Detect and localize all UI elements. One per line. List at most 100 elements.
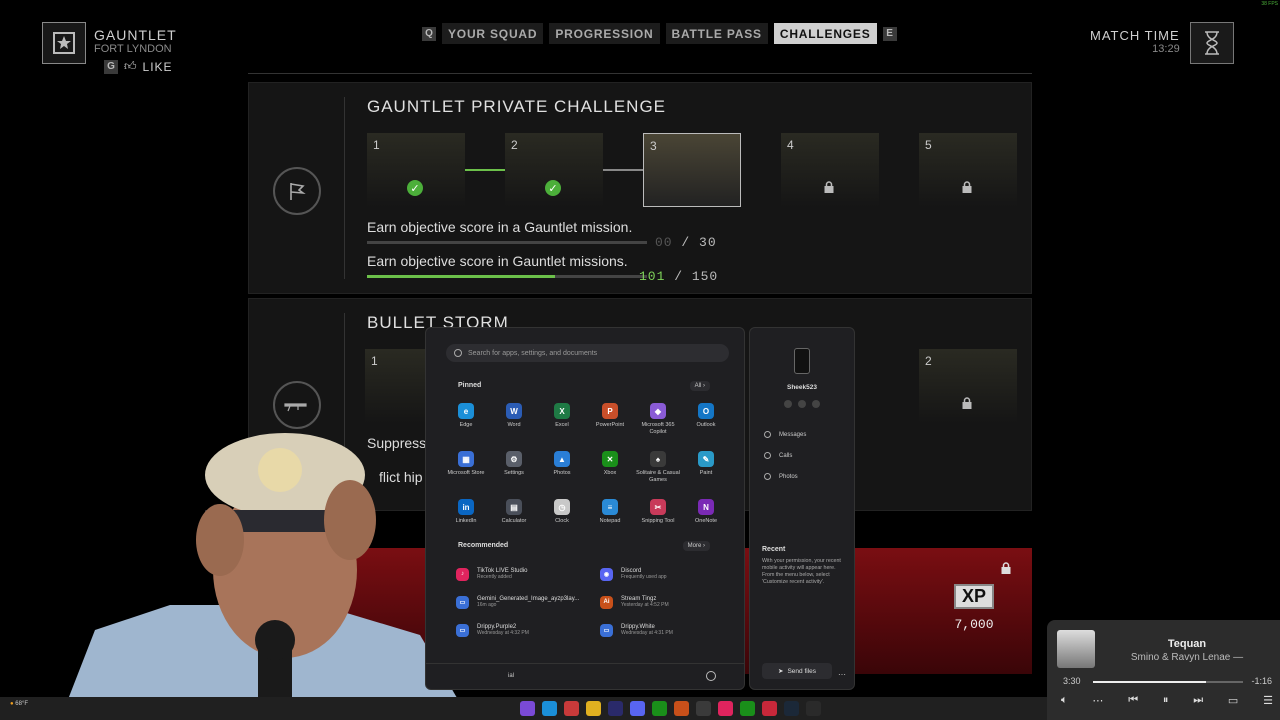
- challenge-card-gauntlet[interactable]: GAUNTLET PRIVATE CHALLENGE 1 ✓ 2 ✓ 3 4 5…: [248, 82, 1032, 294]
- messages-icon: [764, 431, 771, 438]
- pinned-app-calculator[interactable]: ▤ Calculator: [490, 499, 538, 539]
- recommended-time: Wednesday at 4:32 PM: [477, 630, 529, 636]
- tab-your-squad[interactable]: YOUR SQUAD: [442, 23, 544, 44]
- pinned-app-edge[interactable]: e Edge: [442, 403, 490, 443]
- pinned-app-paint[interactable]: ✎ Paint: [682, 451, 730, 491]
- more-icon[interactable]: ⋯: [1092, 694, 1103, 707]
- pause-icon[interactable]: ⏸︎: [1163, 694, 1169, 707]
- recommended-time: Wednesday at 4:31 PM: [621, 630, 673, 636]
- discord-icon[interactable]: [630, 701, 645, 716]
- all-apps-label: All: [694, 383, 702, 389]
- user-account[interactable]: ial: [508, 673, 514, 679]
- pinned-app-onenote[interactable]: N OneNote: [682, 499, 730, 539]
- more-options-icon[interactable]: ⋯: [838, 670, 846, 679]
- start-search-input[interactable]: Search for apps, settings, and documents: [446, 344, 729, 362]
- time-current: 3:30: [1063, 676, 1081, 686]
- file-icon: Ai: [600, 595, 613, 609]
- file-icon: ▭: [600, 623, 613, 637]
- send-files-button[interactable]: ➤ Send files: [762, 663, 832, 679]
- messages-label: Messages: [779, 431, 807, 438]
- pinned-app-excel[interactable]: X Excel: [538, 403, 586, 443]
- xbox-icon[interactable]: [652, 701, 667, 716]
- pinned-app-microsoft-store[interactable]: ▦ Microsoft Store: [442, 451, 490, 491]
- queue-icon[interactable]: ☰: [1263, 694, 1273, 707]
- volume-icon[interactable]: 🔈︎: [1061, 694, 1068, 707]
- song-title: Tequan: [1167, 638, 1207, 650]
- pinned-app-notepad[interactable]: ≡ Notepad: [586, 499, 634, 539]
- apple-music-icon[interactable]: [762, 701, 777, 716]
- pinned-app-xbox[interactable]: ✕ Xbox: [586, 451, 634, 491]
- task-2-total: / 150: [674, 269, 719, 284]
- taskbar-app-icon[interactable]: [718, 701, 733, 716]
- reward-tier-2[interactable]: 2 ✓: [505, 133, 603, 207]
- reward-tier-4[interactable]: 4: [781, 133, 879, 207]
- recommended-time: Frequently used app: [621, 574, 667, 580]
- recommended-item[interactable]: ▭ Drippy.Purple2 Wednesday at 4:32 PM: [456, 620, 600, 640]
- match-time-value: 13:29: [1152, 43, 1180, 55]
- reward-link-complete: [603, 169, 643, 171]
- like-key: G: [104, 59, 118, 74]
- recommended-item[interactable]: ♪ TikTok LIVE Studio Recently added: [456, 564, 600, 584]
- device-status-icons: [784, 400, 820, 408]
- app-icon: ♠: [650, 451, 666, 467]
- app-icon: ◷: [554, 499, 570, 515]
- more-button[interactable]: More ›: [682, 541, 710, 551]
- reward-tier-3[interactable]: 3: [643, 133, 741, 207]
- phone-photos-link[interactable]: Photos: [764, 466, 806, 487]
- pinned-app-photos[interactable]: ▲ Photos: [538, 451, 586, 491]
- playback-progress[interactable]: [1093, 681, 1243, 683]
- tab-battle-pass[interactable]: BATTLE PASS: [665, 23, 768, 44]
- app-icon: ✂: [650, 499, 666, 515]
- tab-progression[interactable]: PROGRESSION: [549, 23, 660, 44]
- phone-messages-link[interactable]: Messages: [764, 424, 806, 445]
- reward-tier-5[interactable]: 5: [919, 133, 1017, 207]
- previous-icon[interactable]: ⏮︎: [1128, 694, 1138, 707]
- all-apps-button[interactable]: All ›: [689, 381, 710, 391]
- file-explorer-icon[interactable]: [586, 701, 601, 716]
- weather-temp: 68°F: [15, 701, 29, 707]
- pinned-app-linkedin[interactable]: in LinkedIn: [442, 499, 490, 539]
- send-icon: ➤: [778, 668, 784, 675]
- settings-icon[interactable]: [696, 701, 711, 716]
- pinned-app-word[interactable]: W Word: [490, 403, 538, 443]
- lyrics-icon[interactable]: ▭: [1228, 694, 1238, 707]
- like-button[interactable]: G 👍︎ LIKE: [104, 59, 177, 74]
- pinned-app-outlook[interactable]: O Outlook: [682, 403, 730, 443]
- pinned-app-solitaire-casual-games[interactable]: ♠ Solitaire & Casual Games: [634, 451, 682, 491]
- illustrator-icon[interactable]: [674, 701, 689, 716]
- recommended-item[interactable]: ▭ Drippy.White Wednesday at 4:31 PM: [600, 620, 726, 640]
- tab-next-key[interactable]: E: [882, 26, 897, 41]
- start-footer: ial: [426, 663, 744, 689]
- challenge-title: GAUNTLET PRIVATE CHALLENGE: [367, 97, 667, 116]
- reward-tier-2[interactable]: 2: [919, 349, 1017, 423]
- panel-divider: [344, 97, 345, 279]
- phone-calls-link[interactable]: Calls: [764, 445, 806, 466]
- pinned-app-clock[interactable]: ◷ Clock: [538, 499, 586, 539]
- recommended-item[interactable]: ▭ Gemini_Generated_Image_ayzp3lay... 16m a…: [456, 592, 600, 612]
- edge-icon[interactable]: [542, 701, 557, 716]
- xp-value: 7,000: [954, 617, 994, 632]
- fps-counter: 38 FPS: [1261, 1, 1278, 7]
- tab-challenges[interactable]: CHALLENGES: [773, 23, 877, 44]
- taskbar-app-icon[interactable]: [564, 701, 579, 716]
- power-icon[interactable]: [706, 671, 716, 681]
- pinned-app-microsoft-365-copilot[interactable]: ◆ Microsoft 365 Copilot: [634, 403, 682, 443]
- recommended-item[interactable]: Ai Stream Tingz Yesterday at 4:52 PM: [600, 592, 726, 612]
- taskbar-app-icon[interactable]: [520, 701, 535, 716]
- premiere-icon[interactable]: [608, 701, 623, 716]
- app-label: PowerPoint: [595, 422, 625, 428]
- pinned-app-settings[interactable]: ⚙ Settings: [490, 451, 538, 491]
- next-icon[interactable]: ⏭︎: [1193, 694, 1203, 707]
- app-label: Notepad: [599, 518, 621, 524]
- taskbar-app-icon[interactable]: [740, 701, 755, 716]
- steam-icon[interactable]: [784, 701, 799, 716]
- tab-prev-key[interactable]: Q: [422, 26, 436, 41]
- recommended-item[interactable]: ◉ Discord Frequently used app: [600, 564, 726, 584]
- pinned-app-powerpoint[interactable]: P PowerPoint: [586, 403, 634, 443]
- start-menu: Search for apps, settings, and documents…: [425, 327, 745, 690]
- recommended-label: Recommended: [458, 542, 509, 549]
- weather-widget[interactable]: ● 68°F: [10, 701, 28, 707]
- battlefield-icon[interactable]: [806, 701, 821, 716]
- pinned-app-snipping-tool[interactable]: ✂ Snipping Tool: [634, 499, 682, 539]
- reward-tier-1[interactable]: 1 ✓: [367, 133, 465, 207]
